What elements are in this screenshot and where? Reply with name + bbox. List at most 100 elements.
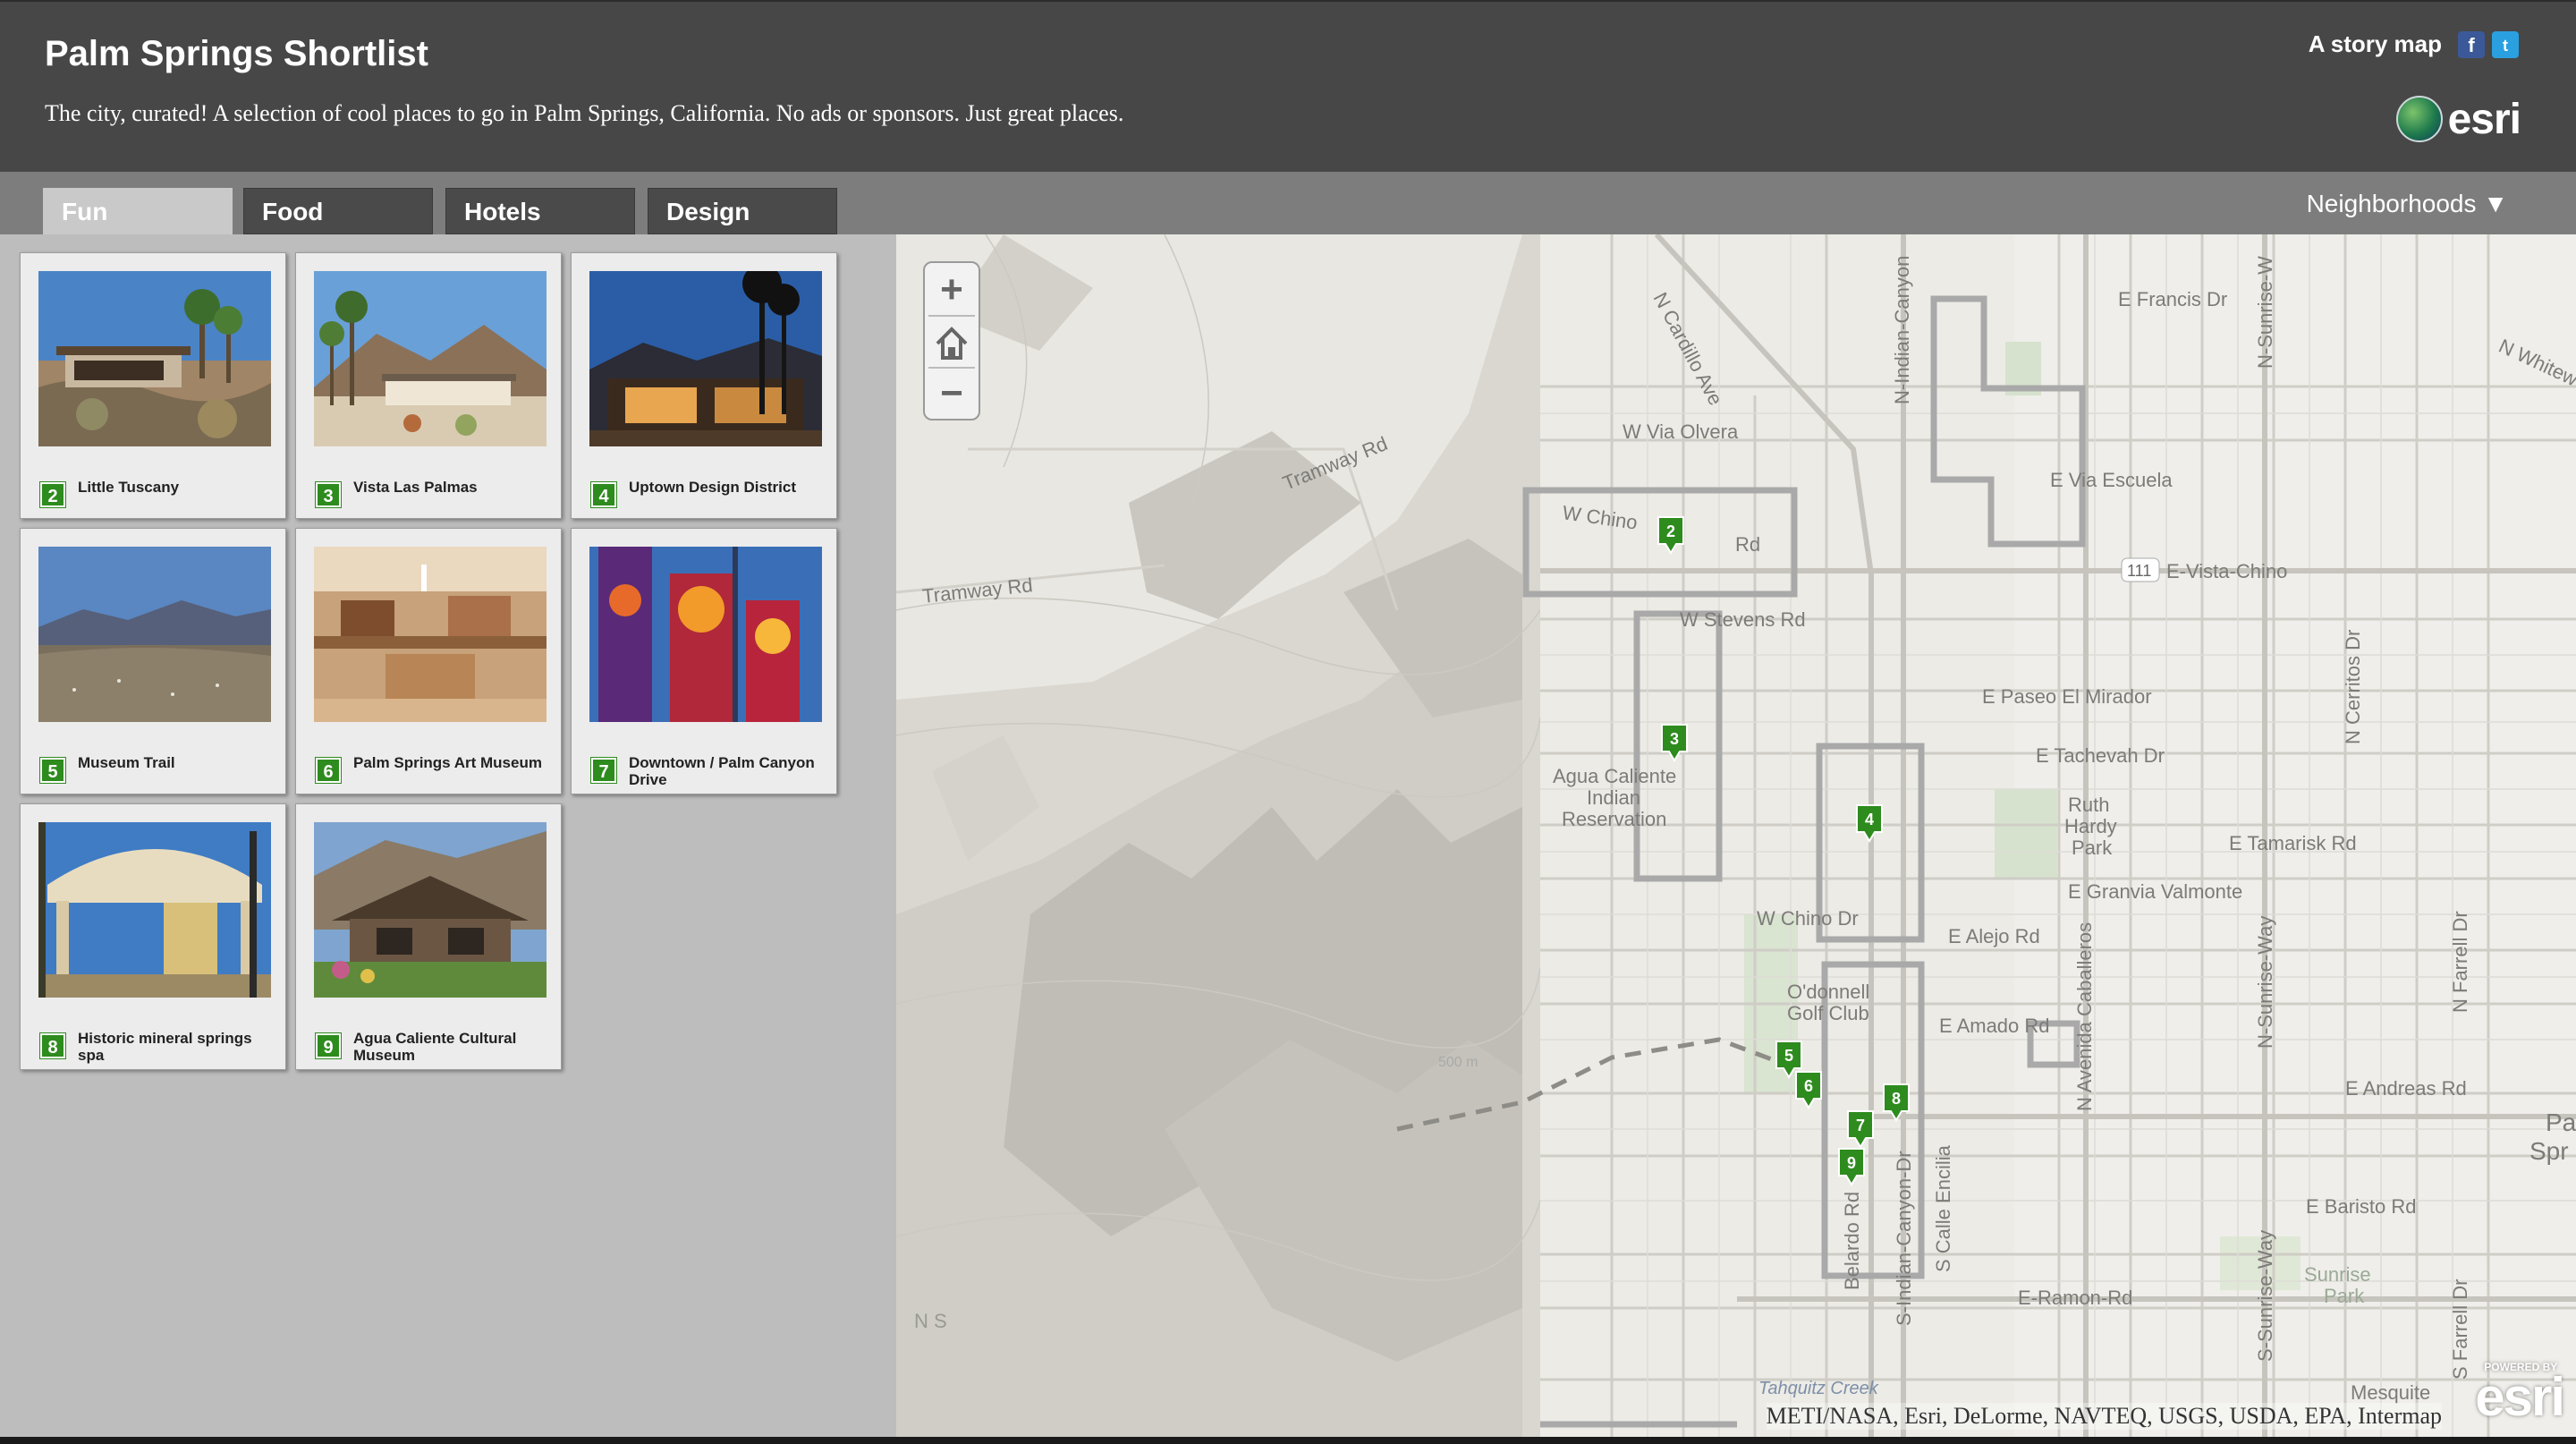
zoom-in-button[interactable]: + bbox=[925, 265, 979, 317]
map-label-indian-canyon-s: S-Indian-Canyon-Dr bbox=[1893, 1151, 1915, 1326]
thumbnail-agua-caliente-cultural-museum bbox=[314, 822, 547, 998]
map-label-sunrise-way-top: N-Sunrise-W bbox=[2254, 256, 2276, 369]
svg-text:6: 6 bbox=[1804, 1077, 1813, 1095]
powered-by-esri-logo[interactable]: POWERED BY esri bbox=[2475, 1361, 2565, 1428]
place-card-uptown-design-district[interactable]: 4 Uptown Design District bbox=[571, 252, 837, 519]
map-label-ramon: E-Ramon-Rd bbox=[2018, 1287, 2132, 1309]
thumbnail-museum-trail bbox=[38, 547, 271, 722]
svg-text:5: 5 bbox=[1784, 1047, 1793, 1065]
thumbnail-uptown-design-district bbox=[589, 271, 822, 446]
map-label-canyon-rd: Rd bbox=[1735, 533, 1760, 556]
neighborhoods-dropdown[interactable]: Neighborhoods ▼ bbox=[2307, 190, 2508, 218]
map-label-ruth-2: Hardy bbox=[2064, 815, 2117, 837]
map-label-belardo: Belardo Rd bbox=[1841, 1192, 1863, 1290]
place-caption: Vista Las Palmas bbox=[353, 479, 478, 496]
map-label-granvia: E Granvia Valmonte bbox=[2068, 880, 2242, 903]
map-label-ruth-3: Park bbox=[2072, 837, 2113, 859]
bottom-border bbox=[0, 1437, 2576, 1444]
map-label-farrell: N Farrell Dr bbox=[2449, 911, 2471, 1013]
svg-text:3: 3 bbox=[1670, 730, 1679, 748]
twitter-icon[interactable]: t bbox=[2492, 31, 2519, 58]
map-label-tahquitz-creek: Tahquitz Creek bbox=[1758, 1379, 1879, 1398]
place-caption: Museum Trail bbox=[78, 754, 175, 771]
powered-by-label: POWERED BY bbox=[2484, 1361, 2558, 1373]
marker-number-badge: 3 bbox=[316, 482, 341, 507]
place-caption: Historic mineral springs spa bbox=[78, 1030, 252, 1064]
map-label-sunrise-park-2: Park bbox=[2324, 1285, 2365, 1307]
svg-text:2: 2 bbox=[1666, 522, 1675, 540]
home-icon[interactable] bbox=[925, 317, 979, 369]
tab-food[interactable]: Food bbox=[243, 188, 433, 234]
esri-logo-text: esri bbox=[2447, 95, 2521, 143]
map-label-calle-encilia: S Calle Encilia bbox=[1932, 1144, 1954, 1272]
powered-by-logo-text: esri bbox=[2475, 1367, 2565, 1427]
marker-number-badge: 2 bbox=[40, 482, 65, 507]
thumbnail-vista-las-palmas bbox=[314, 271, 547, 446]
map-label-paseo-el-mirador: E Paseo El Mirador bbox=[1982, 685, 2152, 708]
place-card-vista-las-palmas[interactable]: 3 Vista Las Palmas bbox=[295, 252, 562, 519]
page-title: Palm Springs Shortlist bbox=[45, 34, 428, 73]
marker-number-badge: 4 bbox=[591, 482, 616, 507]
marker-number-badge: 7 bbox=[591, 758, 616, 783]
zoom-out-button[interactable]: − bbox=[925, 369, 979, 420]
map-label-francis: E Francis Dr bbox=[2118, 288, 2227, 310]
place-card-little-tuscany[interactable]: 2 Little Tuscany bbox=[20, 252, 286, 519]
svg-text:4: 4 bbox=[1865, 811, 1874, 828]
map-label-via-escuela: E Via Escuela bbox=[2050, 469, 2173, 491]
place-card-palm-springs-art-museum[interactable]: 6 Palm Springs Art Museum bbox=[295, 528, 562, 794]
map-label-stevens: W Stevens Rd bbox=[1680, 608, 1806, 631]
highway-111-shield: 111 bbox=[2127, 562, 2151, 580]
map-label-alejo: E Alejo Rd bbox=[1948, 925, 2040, 947]
map-label-mesquite: Mesquite bbox=[2351, 1381, 2430, 1404]
place-caption: Downtown / Palm Canyon Drive bbox=[629, 754, 815, 788]
thumbnail-downtown-palm-canyon-drive bbox=[589, 547, 822, 722]
place-card-museum-trail[interactable]: 5 Museum Trail bbox=[20, 528, 286, 794]
map-label-amado: E Amado Rd bbox=[1939, 1015, 2050, 1037]
map-label-odonnell-1: O'donnell bbox=[1787, 981, 1869, 1003]
map-view[interactable]: E Francis Dr N Whitew N Cardillo Ave W V… bbox=[896, 234, 2576, 1437]
header: Palm Springs Shortlist The city, curated… bbox=[0, 0, 2576, 172]
map-label-scale-ns: N S bbox=[914, 1310, 947, 1332]
esri-logo[interactable]: esri bbox=[2395, 91, 2521, 147]
tab-hotels[interactable]: Hotels bbox=[445, 188, 635, 234]
map-label-ruth-1: Ruth bbox=[2068, 794, 2109, 816]
place-caption: Uptown Design District bbox=[629, 479, 797, 496]
map-label-agua-1: Agua Caliente bbox=[1553, 765, 1676, 787]
map-label-odonnell-2: Golf Club bbox=[1787, 1002, 1869, 1024]
map-label-tamarisk: E Tamarisk Rd bbox=[2229, 832, 2357, 854]
page-subtitle: The city, curated! A selection of cool p… bbox=[45, 100, 1124, 126]
map-label-andreas: E Andreas Rd bbox=[2345, 1077, 2467, 1100]
map-label-agua-2: Indian bbox=[1587, 786, 1640, 809]
map-label-tachevah: E Tachevah Dr bbox=[2036, 744, 2165, 767]
zoom-control: + − bbox=[923, 261, 980, 420]
place-card-agua-caliente-cultural-museum[interactable]: 9 Agua Caliente Cultural Museum bbox=[295, 803, 562, 1070]
tab-design[interactable]: Design bbox=[648, 188, 837, 234]
marker-number-badge: 9 bbox=[316, 1033, 341, 1058]
place-card-downtown-palm-canyon-drive[interactable]: 7 Downtown / Palm Canyon Drive bbox=[571, 528, 837, 794]
shortlist-panel: 2 Little Tuscany 3 Vista Las Palmas 4 Up… bbox=[0, 234, 896, 1437]
facebook-icon[interactable]: f bbox=[2458, 31, 2485, 58]
marker-number-badge: 5 bbox=[40, 758, 65, 783]
place-card-historic-mineral-springs-spa[interactable]: 8 Historic mineral springs spa bbox=[20, 803, 286, 1070]
map-label-agua-3: Reservation bbox=[1562, 808, 1666, 830]
map-label-sunrise-way-s: S-Sunrise-Way bbox=[2254, 1230, 2276, 1362]
story-map-link[interactable]: A story map bbox=[2309, 30, 2442, 58]
place-caption: Little Tuscany bbox=[78, 479, 180, 496]
place-caption: Palm Springs Art Museum bbox=[353, 754, 542, 771]
tab-bar: Fun Food Hotels Design Neighborhoods ▼ bbox=[0, 172, 2576, 234]
map-label-palm-2: Spr bbox=[2529, 1137, 2569, 1165]
map-label-vista-chino: E-Vista-Chino bbox=[2166, 560, 2287, 582]
map-attribution: METI/NASA, Esri, DeLorme, NAVTEQ, USGS, … bbox=[1766, 1403, 2442, 1430]
svg-text:9: 9 bbox=[1847, 1154, 1856, 1172]
map-label-sunrise-way: N-Sunrise-Way bbox=[2254, 916, 2276, 1049]
thumbnail-little-tuscany bbox=[38, 271, 271, 446]
thumbnail-historic-mineral-springs-spa bbox=[38, 822, 271, 998]
map-label-palm-1: Pa bbox=[2546, 1108, 2576, 1136]
tab-fun[interactable]: Fun bbox=[43, 188, 233, 234]
map-label-baristo: E Baristo Rd bbox=[2306, 1195, 2417, 1218]
thumbnail-palm-springs-art-museum bbox=[314, 547, 547, 722]
map-label-indian-canyon: N-Indian-Canyon bbox=[1891, 256, 1913, 404]
place-caption: Agua Caliente Cultural Museum bbox=[353, 1030, 517, 1064]
map-label-contour: 500 m bbox=[1438, 1055, 1478, 1070]
svg-text:7: 7 bbox=[1856, 1117, 1865, 1134]
